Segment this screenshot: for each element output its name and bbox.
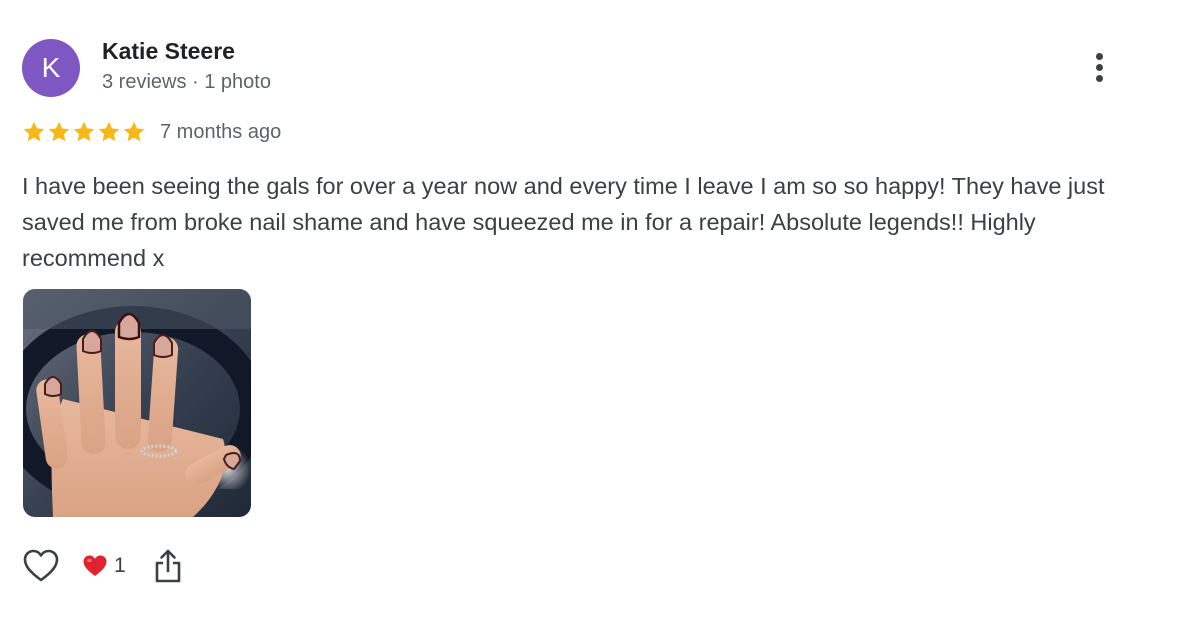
share-icon	[155, 549, 180, 583]
review-timestamp: 7 months ago	[160, 120, 282, 143]
author-name[interactable]: Katie Steere	[102, 38, 235, 65]
rating-row: 7 months ago	[22, 118, 281, 146]
review-photo-hand-with-nails	[23, 289, 251, 517]
more-vert-icon-dot	[1096, 53, 1103, 60]
reaction-summary[interactable]: 1	[82, 554, 126, 578]
avatar[interactable]: K	[22, 39, 80, 97]
review-actions: 1	[22, 546, 184, 586]
star-icon	[123, 121, 145, 142]
review-card: K Katie Steere 3 reviews · 1 photo 7 mon…	[0, 0, 1200, 621]
star-icon	[23, 121, 45, 142]
review-text: I have been seeing the gals for over a y…	[22, 173, 1105, 271]
review-photo[interactable]	[23, 289, 251, 517]
heart-outline-icon	[23, 549, 59, 582]
star-icon	[98, 121, 120, 142]
share-button[interactable]	[152, 547, 184, 585]
more-vert-icon-dot	[1096, 75, 1103, 82]
author-meta[interactable]: 3 reviews · 1 photo	[102, 71, 271, 94]
red-heart-emoji-icon	[83, 555, 107, 576]
star-rating	[22, 120, 146, 144]
more-options-button[interactable]	[1084, 47, 1116, 87]
reaction-count: 1	[114, 554, 126, 577]
more-vert-icon-dot	[1096, 64, 1103, 71]
like-button[interactable]	[22, 547, 60, 585]
star-icon	[48, 121, 70, 142]
star-icon	[73, 121, 95, 142]
